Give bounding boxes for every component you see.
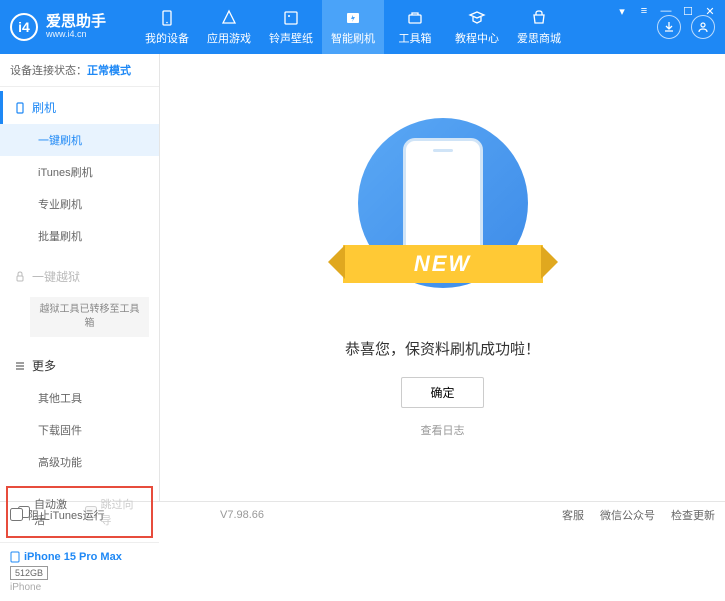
minimize-button[interactable]: — [659, 4, 673, 18]
user-button[interactable] [691, 15, 715, 39]
tutorial-icon [468, 9, 486, 27]
logo-icon: i4 [10, 13, 38, 41]
list-icon [14, 360, 26, 372]
connection-status: 设备连接状态：正常模式 [0, 54, 159, 87]
sidebar-item-itunes-flash[interactable]: iTunes刷机 [0, 156, 159, 188]
phone-icon [14, 102, 26, 114]
device-info: iPhone 15 Pro Max 512GB iPhone [0, 542, 159, 601]
success-message: 恭喜您，保资料刷机成功啦！ [345, 338, 540, 359]
nav-flash[interactable]: 智能刷机 [322, 0, 384, 54]
app-header: i4 爱思助手 www.i4.cn 我的设备 应用游戏 铃声壁纸 智能刷机 工具… [0, 0, 725, 54]
new-banner: NEW [343, 245, 543, 283]
sidebar: 设备连接状态：正常模式 刷机 一键刷机 iTunes刷机 专业刷机 批量刷机 一… [0, 54, 160, 501]
apps-icon [220, 9, 238, 27]
version-label: V7.98.66 [220, 509, 264, 521]
nav-my-device[interactable]: 我的设备 [136, 0, 198, 54]
main-content: NEW 恭喜您，保资料刷机成功啦！ 确定 查看日志 [160, 54, 725, 501]
media-icon [282, 9, 300, 27]
close-button[interactable]: ✕ [703, 4, 717, 18]
device-storage: 512GB [10, 566, 48, 580]
logo: i4 爱思助手 www.i4.cn [10, 13, 106, 41]
flash-icon [344, 9, 362, 27]
device-icon [158, 9, 176, 27]
sidebar-item-batch-flash[interactable]: 批量刷机 [0, 220, 159, 252]
nav-media[interactable]: 铃声壁纸 [260, 0, 322, 54]
sidebar-section-flash[interactable]: 刷机 [0, 91, 159, 124]
footer-link-support[interactable]: 客服 [562, 507, 584, 523]
toolbox-icon [406, 9, 424, 27]
sidebar-item-pro-flash[interactable]: 专业刷机 [0, 188, 159, 220]
footer-link-update[interactable]: 检查更新 [671, 507, 715, 523]
checkbox-block-itunes[interactable]: 阻止iTunes运行 [10, 507, 105, 523]
maximize-button[interactable]: ☐ [681, 4, 695, 18]
nav-tools[interactable]: 工具箱 [384, 0, 446, 54]
sidebar-section-jailbreak[interactable]: 一键越狱 [0, 260, 159, 293]
nav-tutorial[interactable]: 教程中心 [446, 0, 508, 54]
footer-link-wechat[interactable]: 微信公众号 [600, 507, 655, 523]
success-illustration: NEW [353, 118, 533, 318]
top-nav: 我的设备 应用游戏 铃声壁纸 智能刷机 工具箱 教程中心 爱思商城 [136, 0, 657, 54]
sidebar-item-advanced[interactable]: 高级功能 [0, 446, 159, 478]
app-url: www.i4.cn [46, 30, 106, 40]
nav-apps[interactable]: 应用游戏 [198, 0, 260, 54]
menu-icon[interactable]: ▾ [615, 4, 629, 18]
lock-icon [14, 271, 26, 283]
options-icon[interactable]: ≡ [637, 4, 651, 18]
sidebar-section-more[interactable]: 更多 [0, 349, 159, 382]
app-title: 爱思助手 [46, 14, 106, 31]
jailbreak-note: 越狱工具已转移至工具箱 [30, 297, 149, 337]
nav-shop[interactable]: 爱思商城 [508, 0, 570, 54]
view-log-link[interactable]: 查看日志 [421, 422, 465, 438]
phone-icon [10, 551, 20, 563]
sidebar-item-oneclick-flash[interactable]: 一键刷机 [0, 124, 159, 156]
device-name[interactable]: iPhone 15 Pro Max [10, 551, 149, 563]
sidebar-item-other-tools[interactable]: 其他工具 [0, 382, 159, 414]
sidebar-item-download-firmware[interactable]: 下载固件 [0, 414, 159, 446]
download-button[interactable] [657, 15, 681, 39]
device-type: iPhone [10, 582, 149, 593]
shop-icon [530, 9, 548, 27]
ok-button[interactable]: 确定 [401, 377, 483, 408]
